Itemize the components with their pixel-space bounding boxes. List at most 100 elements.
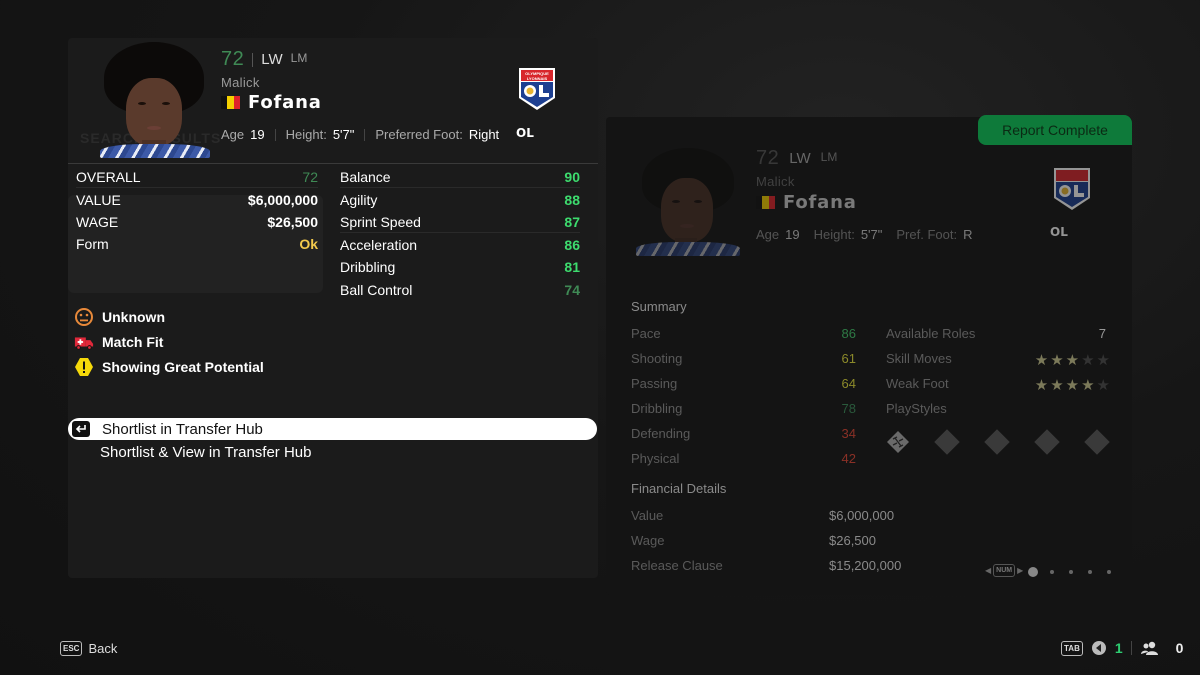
potential-label: Showing Great Potential [102,359,264,375]
attribute-label: Balance [340,168,391,185]
foot-label: Pref. Foot: [896,227,958,242]
stat-label: OVERALL [76,168,141,185]
header-divider [68,163,598,164]
financial-row: Release Clause $15,200,000 [631,558,901,573]
page-dot[interactable] [1050,570,1054,574]
report-first-name: Malick [756,174,795,189]
summary-title: Summary [631,299,687,314]
divider [1130,641,1132,655]
shortlist-transfer-hub-button[interactable]: Shortlist in Transfer Hub [68,418,597,440]
skill-moves-row: Skill Moves ★ ★ ★ ★ ★ [886,351,1110,369]
flag-stripe [233,96,240,109]
overview-row-wage: WAGE $26,500 [76,211,318,233]
overview-row-overall: OVERALL 72 [76,166,318,188]
ambulance-icon [74,332,94,352]
attribute-label: Acceleration [340,237,418,253]
foot-value: R [963,227,973,242]
report-info-row: Age 19 Height: 5'7" Pref. Foot: R [756,227,972,242]
stat-label: WAGE [76,214,119,230]
esc-key-icon: ESC [60,641,83,656]
page-dot-active[interactable] [1028,567,1038,577]
footer-status: TAB 1 0 [1061,640,1183,656]
height-label: Height: [285,127,327,142]
stat-value: 72 [302,168,318,185]
chevron-left-icon[interactable]: ◀ [985,566,991,575]
financial-row: Value $6,000,000 [631,508,894,523]
star-filled-icon: ★ [1034,377,1049,394]
summary-value: 42 [841,451,856,466]
star-filled-icon: ★ [1050,377,1064,394]
users-icon[interactable] [1140,640,1160,656]
olympique-lyonnais-crest-icon: OLYMPIQUE LYONNAIS [517,66,557,112]
weak-foot-label: Weak Foot [886,376,949,391]
divider [274,128,276,141]
stat-label: VALUE [76,192,121,208]
divider [364,128,366,141]
stat-label: Form [76,236,109,252]
weak-foot-stars: ★ ★ ★ ★ ★ [1035,376,1110,394]
age-label: Age [221,127,245,142]
page-dot[interactable] [1069,570,1073,574]
report-rating-row: 72 LW LM [756,147,837,170]
foot-label: Preferred Foot: [375,127,463,142]
summary-label: Pace [631,326,661,341]
available-roles-row: Available Roles 7 [886,326,1106,341]
page-navigator[interactable]: ◀ NUM ▶ [985,564,1023,577]
attribute-row: Balance 90 [340,166,580,188]
attribute-value: 74 [564,282,580,298]
financial-value: $6,000,000 [829,508,895,523]
morale-label: Unknown [102,309,165,325]
player-first-name: Malick [221,75,260,90]
secondary-position: LM [290,50,308,65]
attribute-row: Dribbling 81 [340,256,580,278]
star-filled-icon: ★ [1034,352,1049,369]
attribute-row: Ball Control 74 [340,279,580,301]
roles-value: 7 [1098,326,1106,341]
financial-details-title: Financial Details [631,481,727,496]
star-filled-icon: ★ [1065,377,1080,394]
player-info-row: Age 19 Height: 5'7" Preferred Foot: Righ… [221,127,499,142]
summary-label: Dribbling [631,401,683,416]
age-value: 19 [785,227,800,242]
report-player-portrait [636,144,740,256]
report-primary-position: LW [789,150,811,167]
attribute-value: 87 [564,213,580,230]
fitness-label: Match Fit [102,334,164,350]
tab-key-icon[interactable]: TAB [1061,640,1083,656]
financial-value: $26,500 [829,533,876,548]
chevron-right-icon[interactable]: ▶ [1017,566,1023,575]
shortlist-and-view-transfer-hub-button[interactable]: Shortlist & View in Transfer Hub [100,441,311,463]
attribute-label: Agility [340,192,378,208]
age-value: 19 [250,127,265,142]
summary-row: Passing 64 [631,376,856,391]
primary-position: LW [261,51,283,68]
overview-row-value: VALUE $6,000,000 [76,189,318,211]
summary-label: Defending [631,426,691,441]
page-dot[interactable] [1088,570,1092,574]
age-label: Age [756,227,780,242]
financial-label: Wage [631,533,665,548]
menu-label: Shortlist in Transfer Hub [102,420,263,438]
svg-text:LYONNAIS: LYONNAIS [527,76,548,81]
player-portrait [100,40,210,158]
player-rating-row: 72 LW LM [221,48,307,71]
summary-label: Physical [631,451,680,466]
attribute-row: Acceleration 86 [340,234,580,256]
attribute-label: Sprint Speed [340,213,421,230]
summary-value: 78 [841,401,856,416]
num-key-badge: NUM [993,564,1016,577]
star-filled-icon: ★ [1081,377,1095,394]
page-dot[interactable] [1107,570,1111,574]
report-secondary-position: LM [820,149,838,164]
notification-icon[interactable] [1091,640,1107,656]
summary-value: 61 [841,351,856,366]
back-button[interactable]: ESC Back [60,641,117,656]
report-name-row: Fofana [756,192,857,213]
height-value: 5'7" [860,227,883,242]
roles-label: Available Roles [886,326,976,341]
star-filled-icon: ★ [1050,352,1064,369]
summary-row: Dribbling 78 [631,401,856,416]
player-last-name: Fofana [248,92,322,113]
player-name-row: Fofana [221,92,322,113]
report-last-name: Fofana [783,192,857,213]
